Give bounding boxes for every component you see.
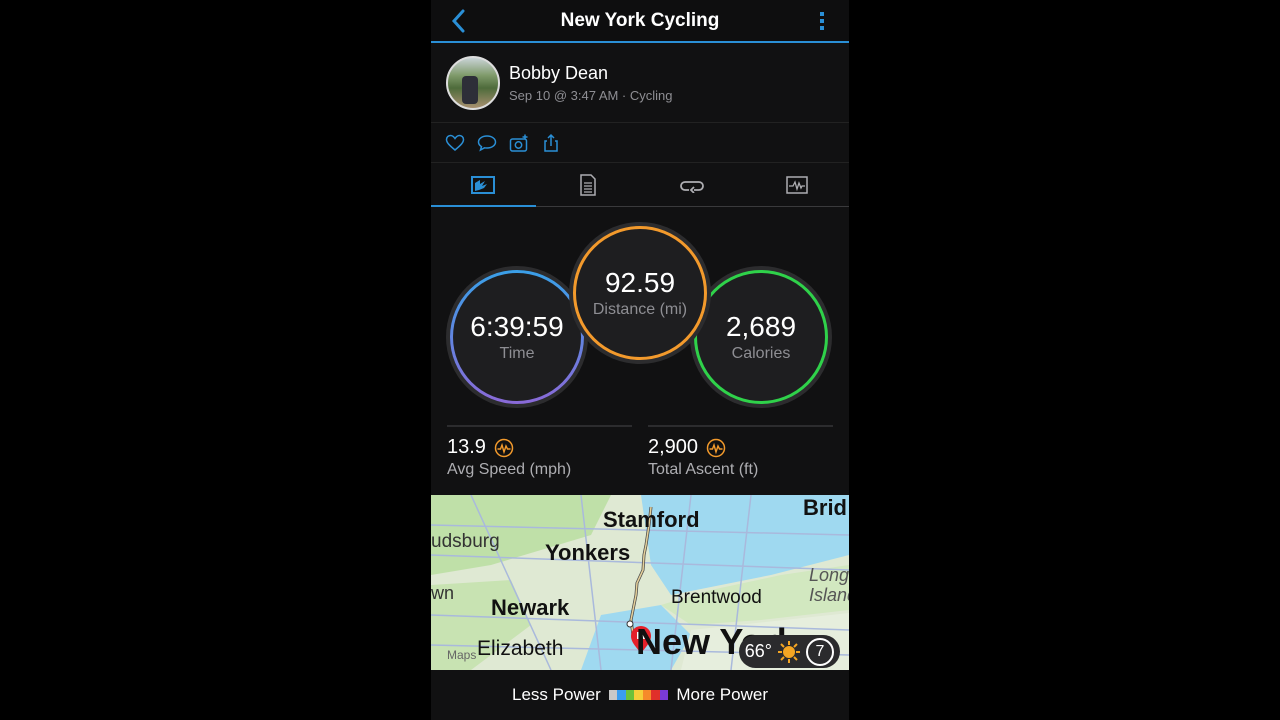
route-map[interactable]: Stamford Yonkers Newark Elizabeth Brentw…	[431, 495, 849, 670]
tab-charts[interactable]	[745, 163, 850, 206]
legend-more-power: More Power	[676, 685, 768, 704]
map-label-newark: Newark	[491, 595, 570, 620]
vertical-ellipsis-icon[interactable]	[817, 10, 827, 34]
power-color-swatch-0	[608, 690, 618, 700]
laps-loop-icon	[680, 180, 705, 193]
document-list-icon	[580, 173, 596, 196]
top-bar: New York Cycling	[431, 0, 849, 43]
power-color-swatch-6	[659, 690, 669, 700]
like-icon[interactable]	[445, 133, 465, 153]
activity-tabs	[431, 163, 849, 207]
activity-screen: New York Cycling Bobby Dean Sep 10 @ 3:4…	[431, 0, 849, 720]
map-label-town: wn	[431, 583, 455, 603]
power-color-swatch-1	[617, 690, 626, 700]
time-circle: 6:39:59 Time	[450, 270, 584, 404]
weather-badge[interactable]: 66° 7	[738, 635, 840, 668]
total-ascent-stat[interactable]: 2,900 Total Ascent (ft)	[648, 425, 833, 495]
tab-laps[interactable]	[640, 163, 745, 206]
avg-speed-value: 13.9	[447, 436, 486, 458]
calories-label: Calories	[731, 345, 791, 362]
map-label-brentwood: Brentwood	[671, 587, 762, 608]
user-name[interactable]: Bobby Dean	[509, 63, 673, 84]
avg-speed-label: Avg Speed (mph)	[447, 461, 572, 478]
power-color-swatch-3	[634, 690, 643, 700]
share-icon[interactable]	[541, 133, 561, 153]
activity-meta: Sep 10 @ 3:47 AM · Cycling	[509, 87, 673, 103]
map-label-long-island: Long Island	[809, 565, 849, 605]
map-label-elizabeth: Elizabeth	[477, 637, 564, 660]
activity-pulse-icon	[706, 438, 726, 457]
distance-label: Distance (mi)	[592, 301, 688, 318]
chevron-left-icon[interactable]	[449, 8, 469, 34]
power-color-swatch-4	[642, 690, 652, 700]
total-ascent-label: Total Ascent (ft)	[648, 461, 759, 478]
tab-stats[interactable]	[536, 163, 641, 206]
comment-icon[interactable]	[477, 133, 497, 153]
calories-circle: 2,689 Calories	[694, 270, 828, 404]
map-label-hudsburg: udsburg	[431, 531, 500, 552]
power-legend: Less Power More Power	[431, 670, 849, 720]
distance-value: 92.59	[604, 267, 676, 298]
map-overview-icon	[471, 175, 496, 194]
total-ascent-value: 2,900	[648, 436, 699, 458]
activity-owner: Bobby Dean Sep 10 @ 3:47 AM · Cycling	[431, 43, 849, 123]
page-title: New York Cycling	[560, 9, 720, 31]
power-color-swatch-2	[625, 690, 635, 700]
avg-speed-stat[interactable]: 13.9 Avg Speed (mph)	[447, 425, 632, 495]
calories-value: 2,689	[725, 311, 797, 342]
map-label-stamford: Stamford	[603, 507, 700, 532]
power-color-scale	[608, 690, 669, 700]
temperature: 66°	[744, 641, 772, 661]
activity-pulse-icon	[494, 438, 514, 457]
power-color-swatch-5	[651, 690, 660, 700]
time-value: 6:39:59	[470, 311, 564, 342]
activity-chart-icon	[786, 175, 808, 194]
map-label-yonkers: Yonkers	[545, 540, 631, 565]
add-photo-icon[interactable]	[509, 133, 529, 153]
map-label-bridgeport: Brid	[803, 495, 847, 520]
legend-less-power: Less Power	[512, 685, 601, 704]
maps-attribution: Maps	[447, 648, 477, 662]
avatar[interactable]	[446, 55, 500, 110]
tab-overview[interactable]	[431, 163, 536, 207]
aqi-badge: 7	[806, 637, 834, 666]
distance-circle: 92.59 Distance (mi)	[573, 226, 707, 360]
stats-row: 13.9 Avg Speed (mph) 2,900 Total Ascent …	[431, 425, 849, 495]
action-bar	[431, 123, 849, 163]
time-label: Time	[499, 345, 535, 362]
sun-icon	[778, 640, 800, 663]
summary-circles: 6:39:59 Time 2,689 Calories 92.59 Distan…	[431, 207, 849, 425]
